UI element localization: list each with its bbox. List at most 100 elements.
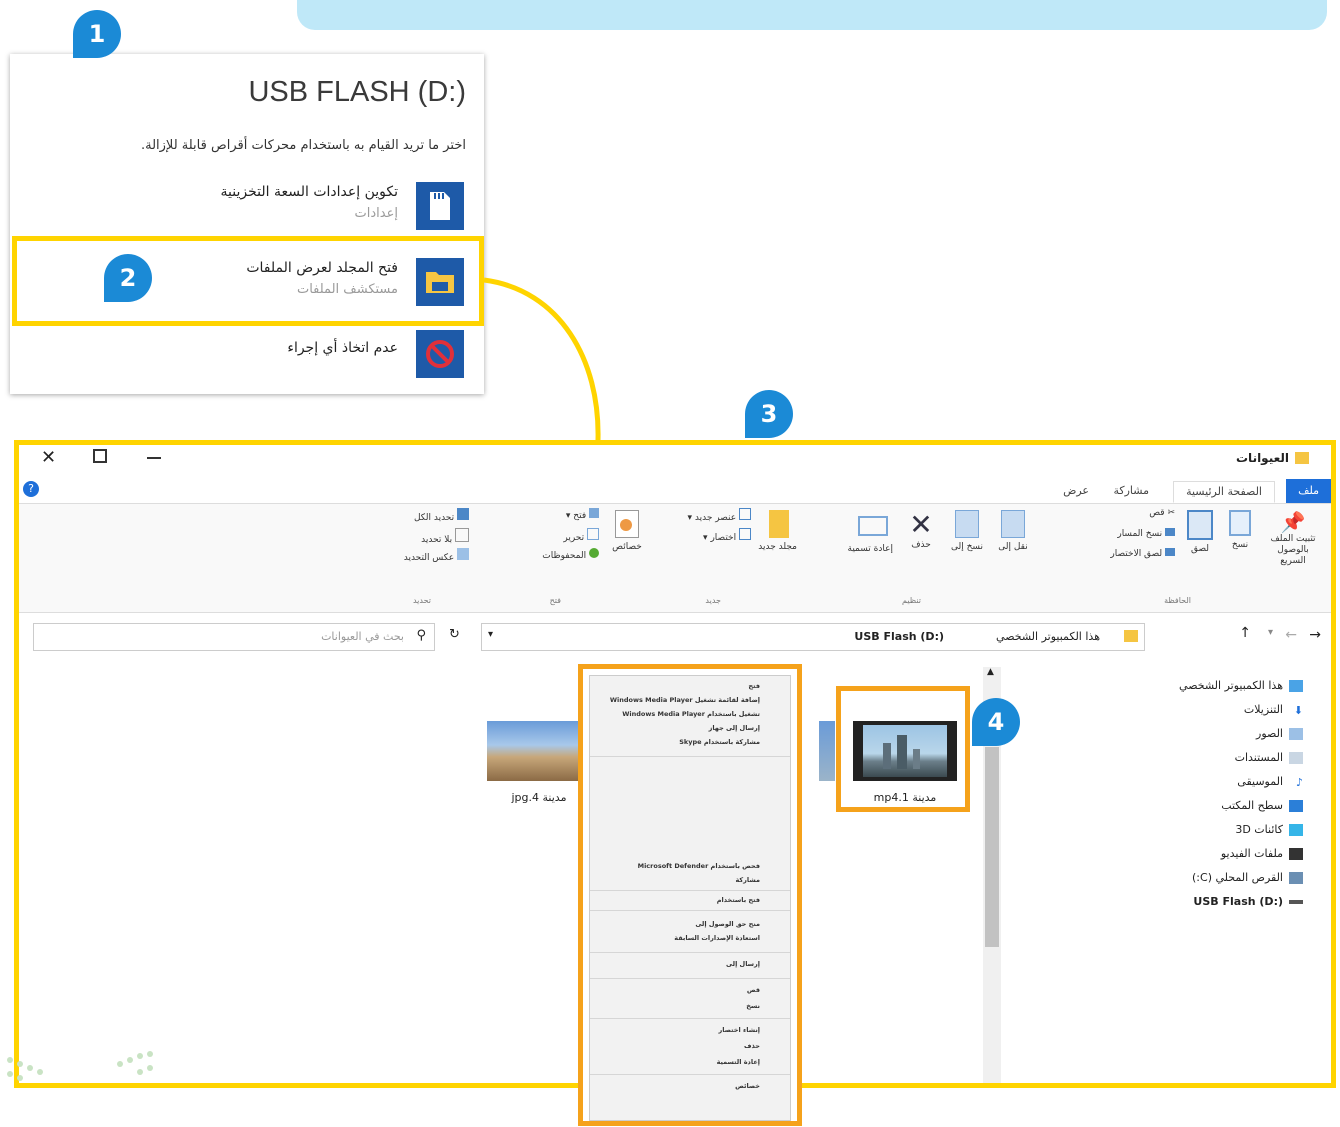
menu-item-share-skype[interactable]: مشاركة باستخدام Skype: [679, 738, 760, 746]
menu-item-scan-defender[interactable]: فحص باستخدام Microsoft Defender: [638, 862, 760, 870]
properties-icon: [615, 510, 639, 538]
menu-item-restore-versions[interactable]: استعادة الإصدارات السابقة: [674, 934, 760, 942]
highlight-video-file: [836, 686, 970, 812]
search-icon: ⚲: [416, 628, 426, 643]
help-icon[interactable]: ?: [23, 481, 39, 497]
tab-home[interactable]: الصفحة الرئيسية: [1173, 481, 1275, 503]
select-all-button[interactable]: تحديد الكل: [414, 508, 469, 523]
group-label-organize: تنظيم: [902, 596, 921, 605]
download-icon: ⬇: [1293, 703, 1303, 717]
menu-separator: [590, 890, 790, 891]
edit-button[interactable]: تحرير: [563, 528, 599, 543]
address-row: → ← ▾ ↑ هذا الكمبيوتر الشخصي USB Flash (…: [19, 617, 1331, 657]
menu-item-delete[interactable]: حذف: [744, 1042, 760, 1050]
step-badge-2: 2: [104, 254, 152, 302]
move-to-button[interactable]: نقل إلى: [995, 510, 1031, 552]
rename-button[interactable]: إعادة تسمية: [848, 510, 893, 554]
paste-shortcut-button[interactable]: لصق الاختصار: [1110, 548, 1175, 559]
drive-icon: [1289, 871, 1303, 884]
select-none-button[interactable]: بلا تحديد: [421, 528, 469, 545]
ribbon: 📌 تثبيت الملف بالوصول السريع نسخ لصق ✂ ق…: [19, 504, 1331, 613]
scroll-up-icon[interactable]: ▲: [987, 667, 994, 677]
menu-item-give-access[interactable]: منح حق الوصول إلى: [695, 920, 760, 928]
menu-item-open-with[interactable]: فتح باستخدام: [717, 896, 760, 904]
nav-item-videos[interactable]: ملفات الفيديو: [1221, 847, 1303, 860]
nav-item-3d-objects[interactable]: كائنات 3D: [1235, 823, 1303, 836]
tab-share[interactable]: مشاركة: [1101, 481, 1161, 501]
nav-item-documents[interactable]: المستندات: [1235, 751, 1303, 764]
paste-shortcut-icon: [1165, 548, 1175, 556]
address-dropdown-icon[interactable]: ▾: [488, 629, 493, 640]
step-badge-3: 3: [745, 390, 793, 438]
nav-item-local-disk[interactable]: القرص المحلي (C:): [1192, 871, 1303, 884]
copy-to-button[interactable]: نسخ إلى: [949, 510, 985, 552]
menu-item-open[interactable]: فتح: [748, 682, 760, 690]
history-button[interactable]: المحفوظات: [542, 548, 599, 561]
close-icon[interactable]: ✕: [41, 447, 56, 468]
properties-button[interactable]: خصائص: [607, 510, 647, 552]
nav-item-music[interactable]: ♪ الموسيقى: [1237, 775, 1303, 789]
new-folder-button[interactable]: مجلد جديد: [758, 510, 797, 552]
menu-separator: [590, 756, 790, 757]
recent-chevron-icon[interactable]: ▾: [1268, 627, 1273, 638]
menu-item-create-shortcut[interactable]: إنشاء اختصار: [719, 1026, 760, 1034]
invert-selection-button[interactable]: عكس التحديد: [404, 548, 469, 563]
tab-view[interactable]: عرض: [1051, 481, 1101, 501]
copy-to-icon: [955, 510, 979, 538]
window-title: العيوانات: [1236, 451, 1289, 465]
nav-item-downloads[interactable]: ⬇ التنزيلات: [1244, 703, 1303, 717]
new-item-button[interactable]: عنصر جديد ▾: [688, 508, 751, 523]
menu-item-rename[interactable]: إعادة التسمية: [717, 1058, 760, 1066]
forward-arrow-icon[interactable]: ←: [1285, 627, 1297, 643]
open-icon: [589, 508, 599, 518]
menu-item-play-with[interactable]: تشغيل باستخدام Windows Media Player: [622, 710, 760, 718]
paste-button[interactable]: لصق: [1183, 510, 1217, 554]
menu-item-share[interactable]: مشاركة: [735, 876, 760, 884]
group-label-clipboard: الحافظة: [1164, 596, 1191, 605]
copy-path-button[interactable]: نسخ المسار: [1117, 528, 1175, 539]
menu-item-copy[interactable]: نسخ: [746, 1002, 760, 1010]
back-arrow-icon[interactable]: →: [1309, 627, 1321, 643]
cut-button[interactable]: ✂ قص: [1149, 508, 1175, 518]
refresh-icon[interactable]: ↻: [449, 627, 460, 642]
computer-icon: [1289, 679, 1303, 692]
menu-item-cut[interactable]: قص: [747, 986, 760, 994]
desktop-icon: [1289, 799, 1303, 812]
nav-item-desktop[interactable]: سطح المكتب: [1221, 799, 1303, 812]
search-input[interactable]: ⚲ بحث في العيوانات: [33, 623, 435, 651]
watermark-logo: [7, 1051, 153, 1081]
maximize-icon[interactable]: [93, 449, 107, 463]
breadcrumb-usb[interactable]: USB Flash (D:): [854, 630, 944, 643]
nav-item-this-pc[interactable]: هذا الكمبيوتر الشخصي: [1179, 679, 1303, 692]
delete-button[interactable]: ✕ حذف: [903, 510, 939, 551]
copy-icon: [1229, 510, 1251, 536]
menu-item-send-to[interactable]: إرسال إلى: [726, 960, 760, 968]
breadcrumb-folder-icon: [1124, 630, 1138, 642]
breadcrumb-this-pc[interactable]: هذا الكمبيوتر الشخصي: [996, 630, 1100, 643]
context-menu-panel: فتح إضافة لقائمة تشغيل Windows Media Pla…: [589, 675, 791, 1121]
title-bar: العيوانات ✕: [19, 445, 1331, 475]
tab-file[interactable]: ملف: [1286, 479, 1331, 503]
nav-item-usb[interactable]: USB Flash (D:): [1193, 895, 1303, 908]
rename-icon: [858, 516, 888, 536]
search-placeholder: بحث في العيوانات: [321, 630, 404, 643]
menu-separator: [590, 910, 790, 911]
menu-separator: [590, 952, 790, 953]
address-bar[interactable]: هذا الكمبيوتر الشخصي USB Flash (D:) ▾: [481, 623, 1145, 651]
pictures-icon: [1289, 727, 1303, 740]
menu-item-add-to-playlist[interactable]: إضافة لقائمة تشغيل Windows Media Player: [610, 696, 760, 704]
pin-quick-access-button[interactable]: 📌 تثبيت الملف بالوصول السريع: [1265, 510, 1321, 567]
up-arrow-icon[interactable]: ↑: [1239, 625, 1251, 641]
folder-title-icon: [1295, 452, 1309, 464]
invert-selection-icon: [457, 548, 469, 560]
easy-access-button[interactable]: اختصار ▾: [703, 528, 751, 543]
menu-item-properties[interactable]: خصائص: [735, 1082, 760, 1090]
nav-item-pictures[interactable]: الصور: [1256, 727, 1303, 740]
copy-button[interactable]: نسخ: [1225, 510, 1255, 550]
menu-item-cast-to-device[interactable]: إرسال إلى جهاز: [709, 724, 760, 732]
minimize-icon[interactable]: [147, 457, 161, 459]
history-icon: [589, 548, 599, 558]
open-button[interactable]: فتح ▾: [566, 508, 599, 521]
scrollbar-thumb[interactable]: [985, 747, 999, 947]
image-thumbnail: [487, 721, 591, 781]
